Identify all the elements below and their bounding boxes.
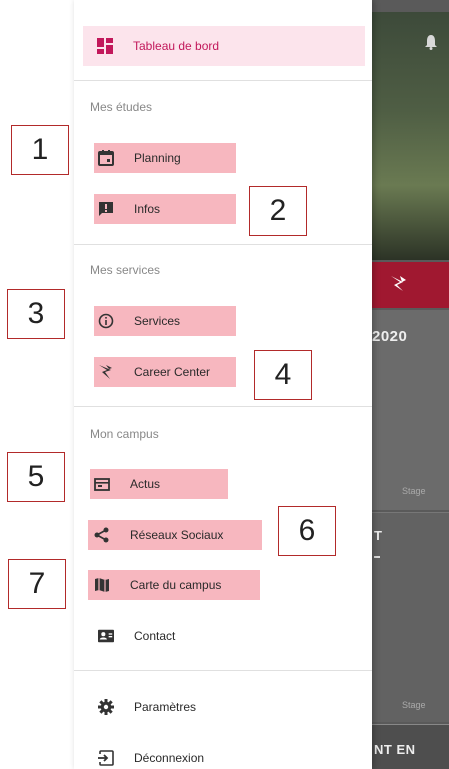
annotation-number: 2	[249, 186, 307, 236]
nav-item-label: Planning	[134, 151, 181, 165]
career-center-icon	[98, 364, 114, 380]
map-icon	[94, 577, 110, 593]
nav-item-deconnexion[interactable]: Déconnexion	[94, 743, 274, 769]
nav-item-career-center[interactable]: Career Center	[94, 357, 236, 387]
card-tag: Stage	[402, 700, 426, 710]
nav-item-label: Réseaux Sociaux	[130, 528, 224, 542]
card-dash	[374, 556, 380, 558]
nav-item-label: Déconnexion	[134, 751, 205, 765]
nav-item-reseaux-sociaux[interactable]: Réseaux Sociaux	[88, 520, 262, 550]
nav-item-label: Infos	[134, 202, 161, 216]
background-app-screen: 2020 Stage T Stage NT EN	[372, 0, 449, 769]
info-icon	[98, 313, 114, 329]
nav-item-services[interactable]: Services	[94, 306, 236, 336]
brand-bar	[372, 262, 449, 308]
brand-logo-icon	[391, 276, 406, 291]
annotation-number: 3	[7, 289, 65, 339]
nav-item-label: Career Center	[134, 365, 211, 379]
event-card	[372, 512, 449, 722]
divider	[74, 80, 372, 81]
nav-item-parametres[interactable]: Paramètres	[94, 692, 274, 722]
annotation-number: 4	[254, 350, 312, 400]
section-title: Mes services	[90, 263, 161, 277]
divider	[74, 406, 372, 407]
card-tag: Stage	[402, 486, 426, 496]
logout-icon	[98, 750, 114, 766]
section-title: Mon campus	[90, 427, 159, 441]
card-title: T	[374, 528, 382, 543]
nav-item-label: Tableau de bord	[133, 39, 220, 53]
annotation-number: 5	[7, 452, 65, 502]
card-year: 2020	[372, 328, 408, 345]
dashboard-icon	[97, 38, 113, 54]
nav-item-contact[interactable]: Contact	[94, 621, 266, 651]
annotation-number: 1	[11, 125, 69, 175]
navigation-drawer: Tableau de bord Mes études Planning Info…	[74, 0, 372, 769]
announcement-icon	[98, 201, 114, 217]
card-title: NT EN	[374, 742, 416, 757]
annotation-number: 6	[278, 506, 336, 556]
nav-item-label: Paramètres	[134, 700, 197, 714]
divider	[74, 244, 372, 245]
calendar-icon	[98, 150, 114, 166]
contact-card-icon	[98, 628, 114, 644]
annotation-number: 7	[8, 559, 66, 609]
bell-icon	[425, 35, 437, 50]
nav-item-label: Contact	[134, 629, 176, 643]
nav-item-actus[interactable]: Actus	[90, 469, 228, 499]
nav-item-label: Carte du campus	[130, 578, 222, 592]
nav-item-label: Services	[134, 314, 181, 328]
nav-item-carte-du-campus[interactable]: Carte du campus	[88, 570, 260, 600]
nav-item-infos[interactable]: Infos	[94, 194, 236, 224]
nav-item-planning[interactable]: Planning	[94, 143, 236, 173]
gear-icon	[98, 699, 114, 715]
news-icon	[94, 476, 110, 492]
nav-item-label: Actus	[130, 477, 161, 491]
nav-item-dashboard[interactable]: Tableau de bord	[83, 26, 365, 66]
share-icon	[94, 527, 110, 543]
divider	[74, 670, 372, 671]
section-title: Mes études	[90, 100, 153, 114]
